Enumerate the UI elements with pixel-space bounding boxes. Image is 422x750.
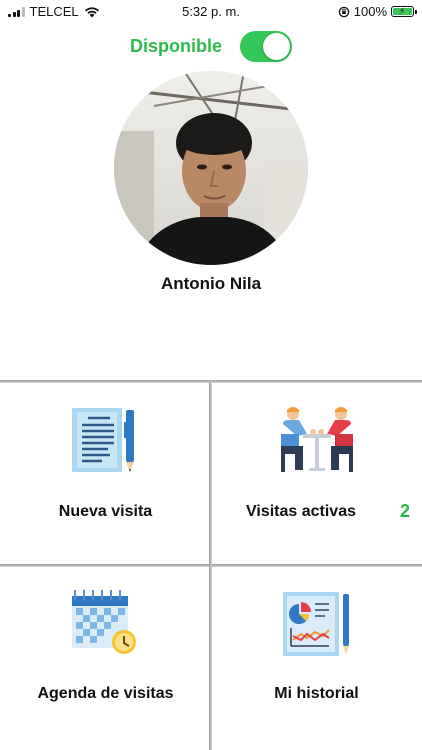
document-pen-icon <box>0 404 211 476</box>
active-visits-count: 2 <box>399 501 410 521</box>
profile-photo <box>114 71 308 265</box>
avatar[interactable] <box>114 71 308 265</box>
orientation-lock-icon <box>338 6 349 17</box>
menu-grid: Nueva visita Visitas activas 2 Agenda de… <box>0 380 422 750</box>
grid-divider-vertical <box>209 382 212 750</box>
battery-icon: ⚡ <box>391 6 417 17</box>
toggle-knob <box>263 32 290 60</box>
calendar-clock-icon <box>0 588 211 660</box>
mi-historial-label: Mi historial <box>274 685 359 702</box>
availability-label: Disponible <box>129 35 222 56</box>
battery-percent: 100% <box>353 4 387 19</box>
agenda-visitas-label: Agenda de visitas <box>37 685 174 702</box>
user-name: Antonio Nila <box>160 274 262 293</box>
availability-toggle[interactable] <box>240 30 292 62</box>
visitas-activas-button[interactable]: Visitas activas 2 <box>211 382 422 566</box>
nueva-visita-label: Nueva visita <box>58 503 153 520</box>
agenda-visitas-button[interactable]: Agenda de visitas <box>0 566 211 750</box>
status-bar: TELCEL 5:32 p. m. 100% ⚡ <box>0 0 422 22</box>
meeting-icon <box>211 404 422 476</box>
mi-historial-button[interactable]: Mi historial <box>211 566 422 750</box>
availability-row: Disponible <box>0 30 422 62</box>
report-chart-icon <box>211 588 422 660</box>
visitas-activas-label: Visitas activas <box>245 503 356 520</box>
status-right: 100% ⚡ <box>338 4 417 19</box>
nueva-visita-button[interactable]: Nueva visita <box>0 382 211 566</box>
